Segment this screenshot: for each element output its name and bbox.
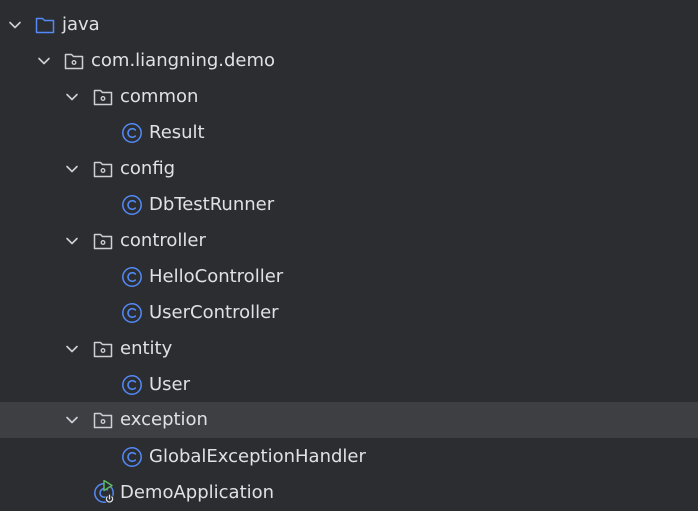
tree-node-class-result[interactable]: Result	[0, 115, 698, 151]
tree-node-entity[interactable]: entity	[0, 331, 698, 367]
class-icon	[121, 194, 143, 216]
tree-node-class-dbtestrunner[interactable]: DbTestRunner	[0, 187, 698, 223]
tree-node-label: com.liangning.demo	[91, 50, 276, 71]
tree-node-label: DemoApplication	[120, 482, 275, 503]
tree-node-exception[interactable]: exception	[0, 402, 698, 438]
package-icon	[92, 338, 114, 360]
tree-node-label: java	[62, 14, 100, 35]
tree-node-config[interactable]: config	[0, 151, 698, 187]
package-icon	[92, 86, 114, 108]
chevron-down-icon[interactable]	[63, 340, 81, 358]
source-folder-icon	[34, 14, 56, 36]
package-icon	[92, 409, 114, 431]
chevron-down-icon[interactable]	[6, 16, 24, 34]
tree-node-common[interactable]: common	[0, 79, 698, 115]
tree-node-label: GlobalExceptionHandler	[149, 446, 366, 467]
tree-node-label: entity	[120, 338, 173, 359]
package-icon	[92, 158, 114, 180]
tree-node-package[interactable]: com.liangning.demo	[0, 43, 698, 79]
class-icon	[121, 302, 143, 324]
tree-node-class-user[interactable]: User	[0, 367, 698, 403]
package-icon	[63, 50, 85, 72]
tree-node-label: common	[120, 86, 199, 107]
chevron-down-icon[interactable]	[63, 160, 81, 178]
class-icon	[121, 122, 143, 144]
tree-node-label: controller	[120, 230, 206, 251]
chevron-down-icon[interactable]	[63, 232, 81, 250]
class-icon	[121, 266, 143, 288]
tree-node-java[interactable]: java	[0, 7, 698, 43]
tree-node-label: config	[120, 158, 176, 179]
tree-node-class-demoapplication[interactable]: DemoApplication	[0, 475, 698, 511]
tree-node-controller[interactable]: controller	[0, 223, 698, 259]
chevron-down-icon[interactable]	[63, 411, 81, 429]
tree-node-label: Result	[149, 122, 205, 143]
class-icon	[121, 374, 143, 396]
tree-node-class-hellocontroller[interactable]: HelloController	[0, 259, 698, 295]
tree-node-label: User	[149, 374, 191, 395]
chevron-down-icon[interactable]	[35, 52, 53, 70]
package-icon	[92, 230, 114, 252]
chevron-down-icon[interactable]	[63, 88, 81, 106]
tree-node-label: DbTestRunner	[149, 194, 275, 215]
tree-node-class-globalexceptionhandler[interactable]: GlobalExceptionHandler	[0, 439, 698, 475]
tree-node-label: UserController	[149, 302, 279, 323]
tree-node-label: exception	[120, 409, 208, 430]
spring-boot-run-class-icon	[93, 479, 115, 504]
tree-node-label: HelloController	[149, 266, 284, 287]
project-tree: java com.liangning.demo common Result co…	[0, 0, 698, 511]
class-icon	[121, 446, 143, 468]
tree-node-class-usercontroller[interactable]: UserController	[0, 295, 698, 331]
